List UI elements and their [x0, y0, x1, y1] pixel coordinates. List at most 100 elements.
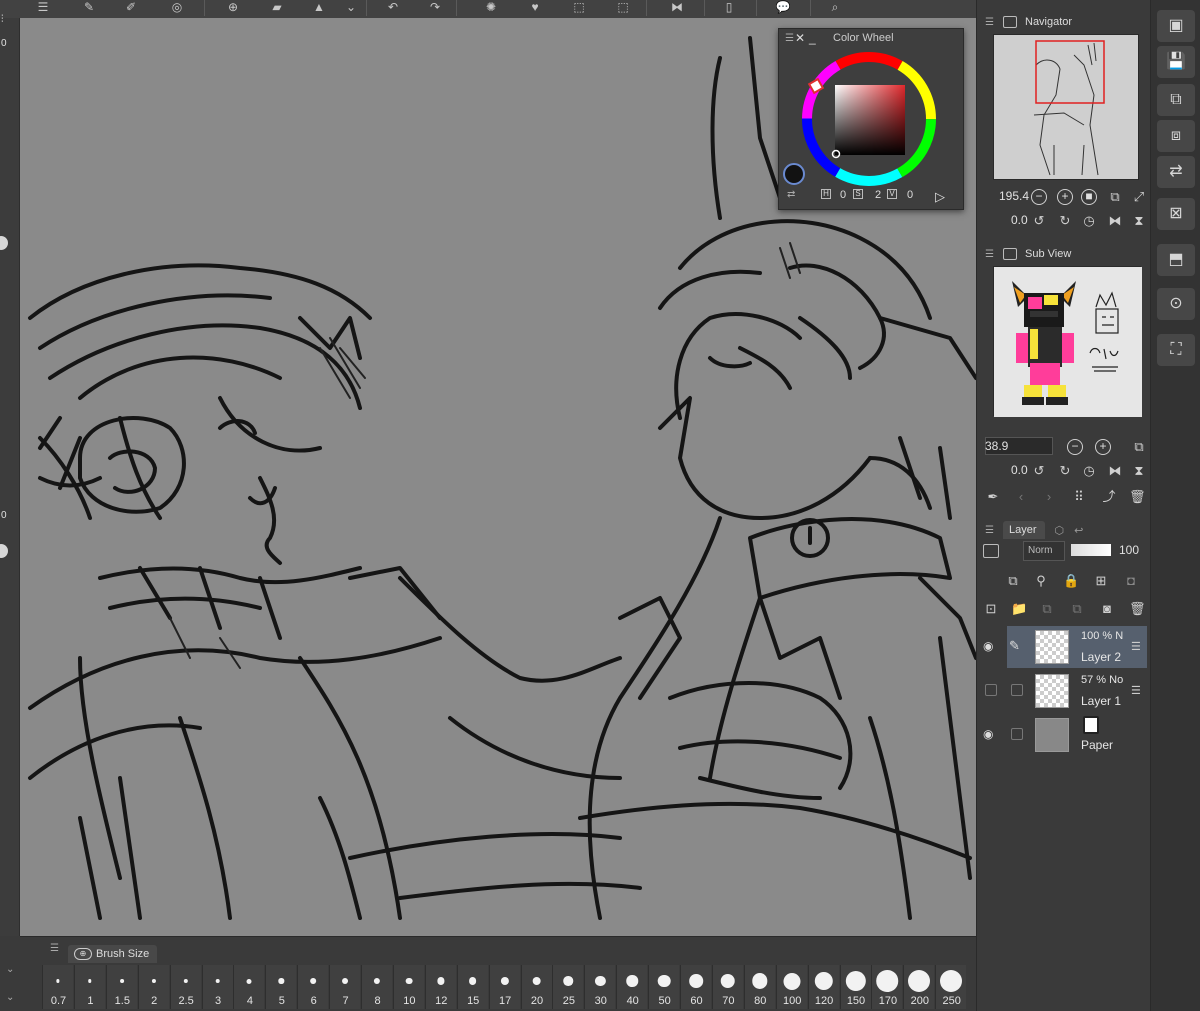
select-icon[interactable]: ⬚ [614, 0, 632, 14]
brush-size-option[interactable]: 1 [73, 965, 105, 1009]
brush-size-option[interactable]: 17 [488, 965, 520, 1009]
slider-knob[interactable] [0, 544, 8, 558]
layer-row[interactable]: ◉ ✎ 100 % N Layer 2 ☰ [977, 626, 1147, 668]
fit-icon[interactable]: ⧉ [1107, 189, 1123, 205]
color-wheel[interactable] [779, 47, 965, 187]
color-swap-icon[interactable]: ⇄ [787, 189, 795, 200]
rotate-left-icon[interactable]: ↺ [1031, 213, 1047, 229]
chevron-right-icon[interactable]: › [1041, 489, 1057, 505]
sub-view-zoom[interactable]: 38.9 [985, 439, 1008, 453]
new-raster-layer-icon[interactable]: ⊡ [983, 601, 999, 617]
add-layer-icon[interactable]: ⊕ [224, 0, 242, 14]
navigator-zoom[interactable]: 195.4 [999, 189, 1029, 203]
brush-size-option[interactable]: 170 [871, 965, 903, 1009]
brush-size-option[interactable]: 25 [552, 965, 584, 1009]
edit-icon[interactable]: ✎ [80, 0, 98, 14]
import-icon[interactable]: ⤴ [1101, 489, 1117, 505]
brush-size-option[interactable]: 4 [233, 965, 265, 1009]
slider-knob[interactable] [0, 236, 8, 250]
brush-size-option[interactable]: 70 [711, 965, 743, 1009]
brush-size-option[interactable]: 12 [424, 965, 456, 1009]
save-icon[interactable]: 💾 [1157, 46, 1195, 78]
brush-size-option[interactable]: 150 [839, 965, 871, 1009]
person-icon[interactable]: ⛶ [1157, 334, 1195, 366]
flip-horizontal-icon[interactable]: ⧓ [1107, 463, 1123, 479]
layer-property-tab-icon[interactable]: ⬡ [1055, 524, 1065, 537]
navigator-preview[interactable] [993, 34, 1139, 180]
brush-size-option[interactable]: 6 [297, 965, 329, 1009]
rotate-left-icon[interactable]: ↺ [1031, 463, 1047, 479]
panel-window-icon[interactable]: ▣ [1157, 10, 1195, 42]
reset-rotation-icon[interactable]: ◷ [1081, 213, 1097, 229]
layer-mask-icon[interactable]: ◙ [1099, 601, 1115, 617]
fit-icon[interactable]: ⧉ [1131, 439, 1147, 455]
brush-size-option[interactable]: 20 [520, 965, 552, 1009]
eye-icon[interactable]: ◉ [983, 728, 997, 740]
zoom-in-icon[interactable]: + [1095, 439, 1111, 455]
copy-layer-icon[interactable]: ⧉ [1039, 601, 1055, 617]
tool-handle-icon[interactable]: ⫶ [0, 14, 20, 25]
brush-size-option[interactable]: 5 [265, 965, 297, 1009]
brush-size-option[interactable]: 10 [392, 965, 424, 1009]
fullscreen-icon[interactable]: ⤢ [1131, 189, 1147, 205]
zoom-in-icon[interactable]: + [1057, 189, 1073, 205]
layer-menu-icon[interactable]: ☰ [1131, 684, 1141, 697]
zoom-out-icon[interactable]: − [1067, 439, 1083, 455]
grid-icon[interactable]: ⠿ [1071, 489, 1087, 505]
stop-icon[interactable]: ■ [1081, 189, 1097, 205]
opacity-slider[interactable] [1071, 544, 1111, 556]
sub-view-rotation[interactable]: 0.0 [1011, 463, 1028, 477]
brush-size-option[interactable]: 40 [616, 965, 648, 1009]
heart-icon[interactable]: ♥ [526, 0, 544, 14]
rotate-right-icon[interactable]: ↻ [1057, 463, 1073, 479]
new-folder-icon[interactable]: 📁 [1011, 601, 1027, 617]
brush-size-option[interactable]: 80 [743, 965, 775, 1009]
menu-icon[interactable]: ☰ [34, 0, 52, 14]
trash-icon[interactable]: 🗑 [1129, 489, 1146, 505]
brush-size-option[interactable]: 50 [648, 965, 680, 1009]
search-tool-icon[interactable]: ⌕ [826, 0, 844, 14]
main-color-swatch[interactable] [783, 163, 805, 185]
eye-icon[interactable]: ◉ [983, 640, 997, 652]
edit-target-checkbox[interactable] [1011, 684, 1023, 696]
edit-target-checkbox[interactable] [1011, 728, 1023, 740]
chat-icon[interactable]: 💬 [774, 0, 792, 14]
swap-icon[interactable]: ⇄ [1157, 156, 1195, 188]
brush-size-option[interactable]: 2.5 [169, 965, 201, 1009]
history-tab-icon[interactable]: ↩ [1074, 524, 1083, 537]
flip-vertical-icon[interactable]: ⧗ [1131, 463, 1147, 479]
clip-icon[interactable]: ⧉ [1005, 573, 1021, 589]
play-icon[interactable]: ▷ [935, 189, 945, 205]
layer-row[interactable]: ◉ Paper [977, 714, 1147, 756]
redo-icon[interactable]: ↷ [426, 0, 444, 14]
eyedropper-icon[interactable]: ✒ [985, 489, 1001, 505]
layer-color-icon[interactable] [983, 544, 999, 558]
panel-grip-icon[interactable]: ☰ [985, 525, 997, 536]
reference-icon[interactable]: ⚲ [1033, 573, 1049, 589]
layers-icon[interactable]: ⧉ [1157, 84, 1195, 116]
pen-icon[interactable]: ✎ [1009, 638, 1020, 654]
visibility-checkbox[interactable] [985, 684, 997, 696]
undo-icon[interactable]: ↶ [384, 0, 402, 14]
material-icon[interactable]: ⧈ [1157, 120, 1195, 152]
chevron-double-down-icon[interactable]: ⌄ [6, 992, 14, 1003]
mask-icon[interactable]: ◘ [1123, 573, 1139, 589]
panel-grip-icon[interactable]: ☰ [785, 33, 795, 44]
chevron-down-icon[interactable]: ⌄ [6, 964, 14, 975]
sub-view-preview[interactable] [993, 266, 1142, 417]
zoom-out-icon[interactable]: − [1031, 189, 1047, 205]
layer-menu-icon[interactable]: ☰ [1131, 640, 1141, 653]
camera-icon[interactable]: ⊙ [1157, 288, 1195, 320]
navigator-rotation[interactable]: 0.0 [1011, 213, 1028, 227]
spiral-icon[interactable]: ◎ [168, 0, 186, 14]
navigator-title[interactable]: Navigator [1025, 16, 1072, 28]
close-icon[interactable]: ✕ [795, 31, 809, 45]
brush-size-option[interactable]: 60 [680, 965, 711, 1009]
merge-layer-icon[interactable]: ⧉ [1069, 601, 1085, 617]
brush-size-option[interactable]: 3 [201, 965, 233, 1009]
panel-grip-icon[interactable]: ☰ [985, 17, 997, 28]
brush-size-option[interactable]: 1.5 [105, 965, 137, 1009]
eraser-icon[interactable]: ▰ [268, 0, 286, 14]
brush-size-tab[interactable]: ⊕ Brush Size [68, 945, 158, 963]
lock-transparency-icon[interactable]: ⊞ [1093, 573, 1109, 589]
